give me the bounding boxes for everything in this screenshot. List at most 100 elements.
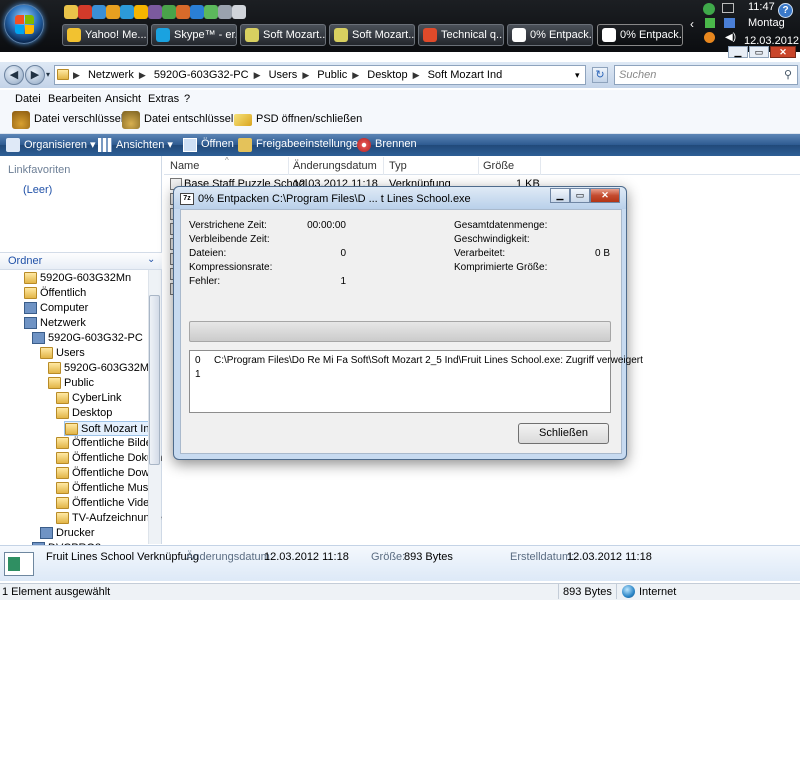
selection-status: 1 Element ausgewählt bbox=[2, 586, 111, 598]
menu-help[interactable]: ? bbox=[184, 93, 190, 105]
error-log[interactable]: 0 C:\Program Files\Do Re Mi Fa Soft\Soft… bbox=[189, 350, 643, 413]
address-dropdown-icon[interactable]: ▾ bbox=[575, 66, 580, 84]
volume-icon[interactable]: ◀) bbox=[725, 32, 736, 43]
dialog-close-button[interactable]: ✕ bbox=[590, 188, 620, 203]
column-divider[interactable] bbox=[540, 157, 541, 175]
tree-item[interactable]: Öffentliche Videos bbox=[56, 496, 161, 511]
task-soft-mozart-1[interactable]: Soft Mozart... bbox=[240, 24, 326, 46]
quicklaunch-icon[interactable] bbox=[232, 5, 246, 19]
log-line-number: 0 bbox=[195, 355, 201, 366]
tree-item[interactable]: Drucker bbox=[40, 526, 95, 541]
tray-expand-chevron-icon[interactable]: ‹ bbox=[690, 17, 694, 31]
security-shield-icon[interactable] bbox=[703, 3, 715, 15]
clock-time[interactable]: 11:47 bbox=[748, 1, 775, 13]
forward-button[interactable]: ▶ bbox=[25, 65, 45, 85]
menu-extras[interactable]: Extras bbox=[148, 93, 179, 105]
quicklaunch-icon[interactable] bbox=[218, 5, 232, 19]
task-skype[interactable]: Skype™ - er... bbox=[151, 24, 237, 46]
back-button[interactable]: ◀ bbox=[4, 65, 24, 85]
quicklaunch-icon[interactable] bbox=[78, 5, 92, 19]
dialog-maximize-button[interactable]: ▭ bbox=[570, 188, 590, 203]
breadcrumb-users[interactable]: Users bbox=[269, 69, 298, 81]
breadcrumb-soft-mozart[interactable]: Soft Mozart Ind bbox=[428, 69, 503, 81]
views-button[interactable]: Ansichten ▾ bbox=[98, 138, 173, 152]
close-dialog-button[interactable]: Schließen bbox=[518, 423, 609, 444]
column-divider[interactable] bbox=[288, 157, 289, 175]
quicklaunch-icon[interactable] bbox=[162, 5, 176, 19]
close-window-button[interactable]: ✕ bbox=[770, 46, 796, 58]
psd-toggle-button[interactable]: PSD öffnen/schließen bbox=[234, 113, 362, 126]
details-modified-label: Änderungsdatum: bbox=[186, 551, 273, 563]
open-button[interactable]: Öffnen bbox=[183, 138, 234, 152]
encrypt-file-button[interactable]: Datei verschlüsseln bbox=[12, 111, 129, 129]
tree-item[interactable]: Soft Mozart Ind bbox=[64, 421, 157, 436]
task-7zip-2[interactable]: 0% Entpack... bbox=[597, 24, 683, 46]
quicklaunch-icon[interactable] bbox=[190, 5, 204, 19]
breadcrumb-public[interactable]: Public bbox=[317, 69, 347, 81]
tray-window-icon[interactable] bbox=[722, 3, 734, 13]
organize-button[interactable]: Organisieren ▾ bbox=[6, 138, 96, 152]
chevron-down-icon[interactable]: ⌄ bbox=[147, 254, 155, 265]
tree-item[interactable]: Desktop bbox=[56, 406, 112, 421]
tree-item[interactable]: 5920G-603G32-PC bbox=[32, 331, 143, 346]
tree-item[interactable]: Computer bbox=[24, 301, 88, 316]
column-name[interactable]: Name bbox=[170, 160, 199, 172]
burn-button[interactable]: Brennen bbox=[357, 138, 417, 152]
skype-icon bbox=[156, 28, 170, 42]
decrypt-file-button[interactable]: Datei entschlüsseln bbox=[122, 111, 239, 129]
task-7zip-1[interactable]: 0% Entpack... bbox=[507, 24, 593, 46]
tree-scrollbar-thumb[interactable] bbox=[149, 295, 160, 465]
folders-label[interactable]: Ordner bbox=[8, 255, 42, 267]
tree-item[interactable]: TV-Aufzeichnunge bbox=[56, 511, 162, 526]
search-input[interactable]: Suchen bbox=[614, 65, 798, 85]
tree-item[interactable]: Netzwerk bbox=[24, 316, 86, 331]
tree-item[interactable]: Öffentliche Downl bbox=[56, 466, 158, 481]
menu-ansicht[interactable]: Ansicht bbox=[105, 93, 141, 105]
help-icon[interactable]: ? bbox=[778, 3, 793, 18]
dialog-minimize-button[interactable]: ▁ bbox=[550, 188, 570, 203]
menu-datei[interactable]: Datei bbox=[15, 93, 41, 105]
start-button[interactable] bbox=[4, 4, 44, 44]
update-icon[interactable] bbox=[704, 32, 715, 43]
quicklaunch-icon[interactable] bbox=[176, 5, 190, 19]
column-divider[interactable] bbox=[478, 157, 479, 175]
tree-item[interactable]: 5920G-603G32Mn bbox=[48, 361, 155, 376]
address-field[interactable]: ▶ Netzwerk ▶ 5920G-603G32-PC ▶ Users ▶ Publ… bbox=[54, 65, 586, 85]
tree-item[interactable]: CyberLink bbox=[56, 391, 122, 406]
tree-item[interactable]: Öffentlich bbox=[24, 286, 86, 301]
column-type[interactable]: Typ bbox=[389, 160, 407, 172]
search-icon[interactable]: ⚲ bbox=[784, 68, 792, 81]
menu-bearbeiten[interactable]: Bearbeiten bbox=[48, 93, 101, 105]
tree-item[interactable]: Öffentliche Bilder bbox=[56, 436, 156, 451]
tree-item[interactable]: Public bbox=[48, 376, 94, 391]
tray-app-icon[interactable] bbox=[705, 18, 715, 28]
minimize-button[interactable]: ▁ bbox=[728, 46, 748, 58]
maximize-button[interactable]: ▭ bbox=[749, 46, 769, 58]
network-icon[interactable] bbox=[724, 18, 735, 28]
refresh-icon[interactable]: ↻ bbox=[592, 67, 608, 83]
breadcrumb-pc[interactable]: 5920G-603G32-PC bbox=[154, 69, 249, 81]
breadcrumb-netzwerk[interactable]: Netzwerk bbox=[88, 69, 134, 81]
task-yahoo[interactable]: Yahoo! Me... bbox=[62, 24, 148, 46]
details-created-value: 12.03.2012 11:18 bbox=[567, 551, 652, 563]
quicklaunch-icon[interactable] bbox=[148, 5, 162, 19]
column-date[interactable]: Änderungsdatum bbox=[293, 160, 377, 172]
column-size[interactable]: Größe bbox=[483, 160, 514, 172]
quicklaunch-icon[interactable] bbox=[106, 5, 120, 19]
share-settings-button[interactable]: Freigabeeinstellungen bbox=[238, 138, 364, 152]
quicklaunch-icon[interactable] bbox=[64, 5, 78, 19]
task-technical[interactable]: Technical q... bbox=[418, 24, 504, 46]
quicklaunch-icon[interactable] bbox=[204, 5, 218, 19]
quicklaunch-icon[interactable] bbox=[120, 5, 134, 19]
note-icon bbox=[245, 28, 259, 42]
tree-item[interactable]: Users bbox=[40, 346, 85, 361]
quicklaunch-icon[interactable] bbox=[134, 5, 148, 19]
quicklaunch-icon[interactable] bbox=[92, 5, 106, 19]
history-dropdown-icon[interactable]: ▾ bbox=[46, 70, 50, 79]
task-soft-mozart-2[interactable]: Soft Mozart... bbox=[329, 24, 415, 46]
breadcrumb-desktop[interactable]: Desktop bbox=[367, 69, 407, 81]
column-divider[interactable] bbox=[383, 157, 384, 175]
tree-item[interactable]: Öffentliche Musik bbox=[56, 481, 156, 496]
tree-item[interactable]: 5920G-603G32Mn bbox=[24, 271, 131, 286]
tree-item[interactable]: Öffentliche Dokum bbox=[56, 451, 162, 466]
